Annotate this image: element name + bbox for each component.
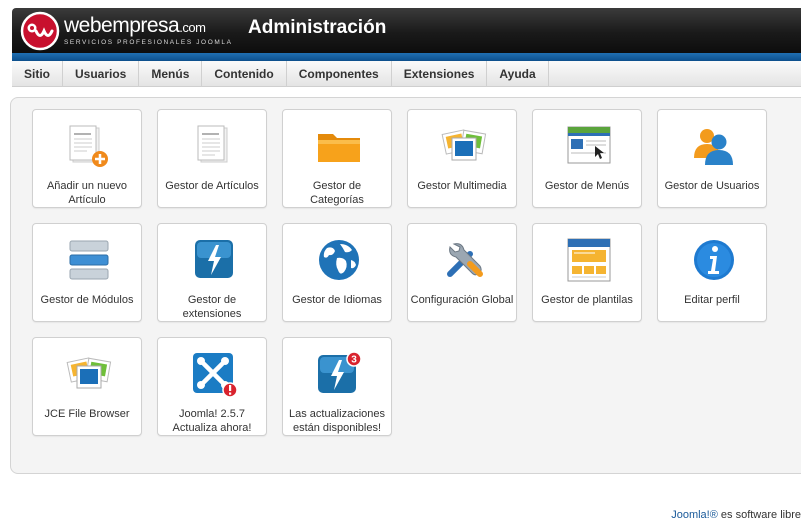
extension-updates-icon: 3: [318, 351, 362, 393]
webempresa-logo-icon: [20, 11, 60, 51]
tile-label: Editar perfil: [684, 294, 740, 306]
tile-media-manager[interactable]: Gestor Multimedia: [407, 109, 517, 208]
article-icon: [197, 125, 228, 163]
main-menu: Sitio Usuarios Menús Contenido Component…: [12, 61, 801, 87]
admin-header: webempresa.com SERVICIOS PROFESIONALES J…: [12, 8, 801, 53]
media-icon: [66, 357, 112, 389]
tile-label: JCE File Browser: [44, 408, 130, 420]
tile-label: Gestor Multimedia: [417, 180, 507, 192]
menu-item-ayuda[interactable]: Ayuda: [487, 61, 549, 87]
menu-window-icon: [567, 126, 611, 164]
tile-label: Gestor de Usuarios: [664, 180, 760, 192]
menu-item-menus[interactable]: Menús: [139, 61, 203, 87]
tile-module-manager[interactable]: Gestor de Módulos: [32, 223, 142, 322]
tile-category-manager[interactable]: Gestor de Categorías: [282, 109, 392, 208]
tile-global-configuration[interactable]: Configuración Global: [407, 223, 517, 322]
tile-label: Gestor de Idiomas: [292, 294, 382, 306]
tile-extension-updates[interactable]: 3 Las actualizaciones están disponibles!: [282, 337, 392, 436]
menu-item-sitio[interactable]: Sitio: [12, 61, 63, 87]
tile-label: Gestor de Menús: [544, 180, 630, 192]
tile-label: Añadir un nuevo Artículo: [46, 180, 128, 206]
add-article-icon: [69, 125, 108, 167]
joomla-update-icon: [193, 353, 238, 398]
folder-icon: [318, 134, 360, 162]
tile-label: Joomla! 2.5.7 Actualiza ahora!: [172, 408, 252, 434]
header-accent-bar: [12, 53, 801, 61]
tile-article-manager[interactable]: Gestor de Artículos: [157, 109, 267, 208]
control-panel: Añadir un nuevo Artículo Gestor de Artíc…: [10, 97, 801, 474]
update-count-badge: 3: [351, 355, 357, 366]
template-icon: [567, 238, 611, 282]
logo-wordmark[interactable]: webempresa.com: [64, 14, 206, 38]
info-icon: [694, 240, 734, 280]
logo-tagline: SERVICIOS PROFESIONALES JOOMLA: [64, 39, 233, 46]
tile-menu-manager[interactable]: Gestor de Menús: [532, 109, 642, 208]
menu-item-componentes[interactable]: Componentes: [287, 61, 392, 87]
media-icon: [441, 129, 487, 161]
tile-jce-file-browser[interactable]: JCE File Browser: [32, 337, 142, 436]
users-icon: [694, 129, 733, 165]
tile-label: Configuración Global: [410, 294, 514, 306]
tile-label: Gestor de plantilas: [541, 294, 633, 306]
tile-edit-profile[interactable]: Editar perfil: [657, 223, 767, 322]
tile-label: Las actualizaciones están disponibles!: [288, 408, 385, 434]
tools-icon: [447, 243, 483, 277]
tile-joomla-update[interactable]: Joomla! 2.5.7 Actualiza ahora!: [157, 337, 267, 436]
joomla-link[interactable]: Joomla!®: [671, 509, 718, 520]
tile-label: Gestor de extensiones: [182, 294, 242, 320]
page-title: Administración: [248, 17, 387, 38]
tile-user-manager[interactable]: Gestor de Usuarios: [657, 109, 767, 208]
tile-language-manager[interactable]: Gestor de Idiomas: [282, 223, 392, 322]
modules-icon: [69, 240, 109, 280]
tile-extension-manager[interactable]: Gestor de extensiones: [157, 223, 267, 322]
footer-text: es software libre: [717, 509, 801, 520]
tile-add-article[interactable]: Añadir un nuevo Artículo: [32, 109, 142, 208]
tile-label: Gestor de Categorías: [310, 180, 364, 206]
menu-item-contenido[interactable]: Contenido: [202, 61, 287, 87]
tile-template-manager[interactable]: Gestor de plantilas: [532, 223, 642, 322]
extensions-icon: [195, 240, 233, 278]
globe-icon: [319, 240, 359, 280]
tile-label: Gestor de Artículos: [165, 180, 259, 192]
menu-item-usuarios[interactable]: Usuarios: [63, 61, 140, 87]
footer: Joomla!® es software libre: [671, 509, 801, 520]
tile-label: Gestor de Módulos: [40, 294, 134, 306]
menu-item-extensiones[interactable]: Extensiones: [392, 61, 488, 87]
